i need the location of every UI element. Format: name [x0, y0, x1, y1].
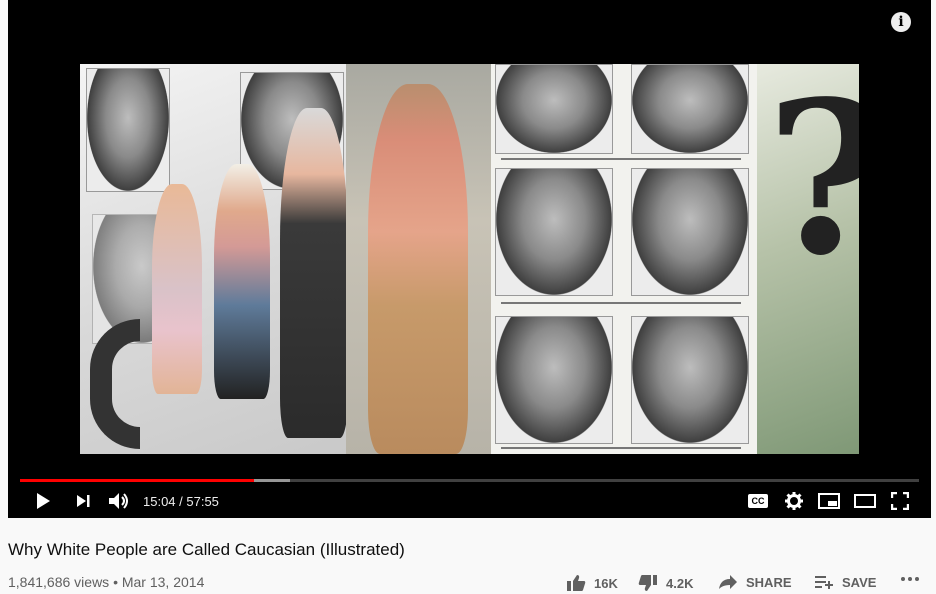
portrait-engraving [86, 68, 170, 192]
fullscreen-button[interactable] [888, 490, 912, 512]
views-and-date: 1,841,686 views • Mar 13, 2014 [8, 574, 205, 590]
playlist-add-icon [815, 576, 833, 589]
save-label: SAVE [842, 574, 877, 590]
share-label: SHARE [746, 574, 792, 590]
volume-icon [109, 493, 128, 509]
person-figure [214, 164, 270, 399]
thumbs-up-icon [567, 575, 586, 591]
portrait-engraving [631, 316, 749, 444]
next-icon [77, 495, 90, 507]
gear-icon [785, 492, 803, 510]
more-actions-button[interactable] [900, 576, 928, 582]
like-count: 16K [594, 575, 618, 591]
share-button[interactable]: SHARE [718, 574, 792, 590]
portrait-engraving [631, 168, 749, 296]
thumbnail-panel-left [80, 64, 346, 454]
info-icon[interactable]: i [891, 12, 911, 32]
player-controls: 15:04 / 57:55 CC [8, 486, 931, 516]
settings-button[interactable] [782, 490, 806, 512]
miniplayer-icon [818, 493, 840, 509]
play-icon [37, 493, 50, 509]
share-icon [719, 575, 737, 589]
engraving-caption [501, 447, 741, 449]
miniplayer-button[interactable] [816, 490, 842, 512]
next-button[interactable] [72, 490, 94, 512]
dislike-button[interactable]: 4.2K [638, 574, 693, 592]
dislike-count: 4.2K [666, 575, 694, 591]
portrait-engraving [495, 64, 613, 154]
progress-played [20, 479, 254, 482]
theater-icon [854, 494, 876, 508]
like-button[interactable]: 16K [566, 574, 618, 592]
play-button[interactable] [32, 490, 54, 512]
thumbnail-panel-center-left [346, 64, 491, 454]
video-title: Why White People are Called Caucasian (I… [8, 540, 405, 559]
video-frame[interactable]: ? [80, 64, 859, 454]
thumbs-down-icon [638, 575, 657, 591]
fullscreen-icon [891, 492, 909, 510]
volume-button[interactable] [106, 490, 132, 512]
time-display: 15:04 / 57:55 [143, 494, 219, 509]
portrait-engraving [495, 168, 613, 296]
captions-button[interactable]: CC [746, 490, 770, 512]
portrait-engraving [631, 64, 749, 154]
person-figure [280, 108, 346, 438]
more-icon [901, 577, 919, 581]
save-button[interactable]: SAVE [814, 574, 876, 590]
person-figure [368, 84, 468, 454]
progress-bar[interactable] [20, 479, 919, 482]
video-player[interactable]: i ? [8, 0, 931, 518]
person-figure [152, 184, 202, 394]
cc-icon: CC [748, 494, 768, 508]
question-mark-graphic: ? [766, 74, 859, 284]
engraving-caption [501, 302, 741, 304]
theater-mode-button[interactable] [852, 490, 878, 512]
thumbnail-panel-portraits [491, 64, 757, 454]
portrait-engraving [495, 316, 613, 444]
action-bar: 16K 4.2K SHARE SAVE [566, 574, 936, 594]
engraving-caption [501, 158, 741, 160]
